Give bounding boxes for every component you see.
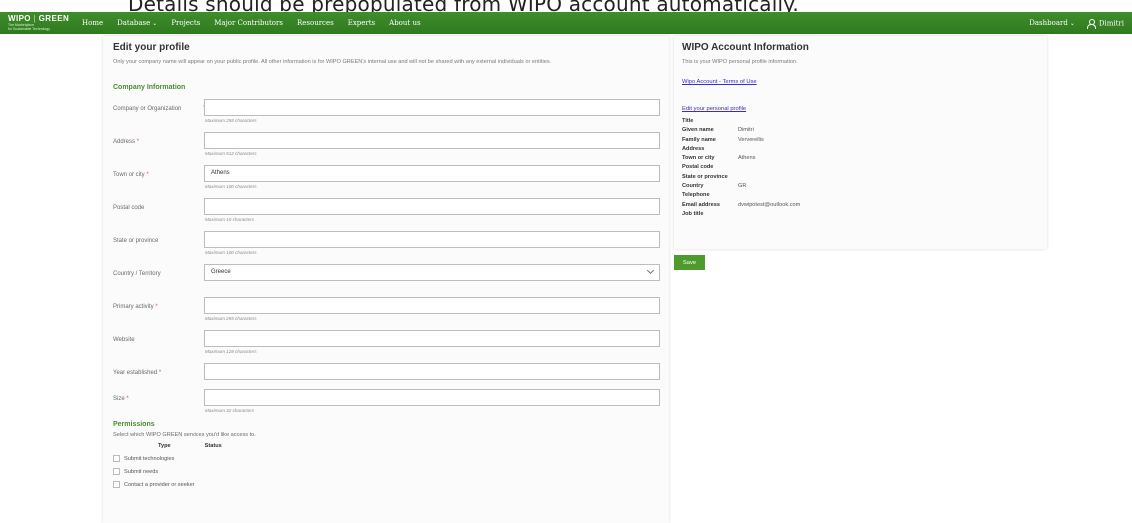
company-row: Company or Organization * Maximum 255 ch… xyxy=(113,99,660,132)
permission-submit-technologies[interactable]: Submit technologies xyxy=(113,455,659,463)
logo-title: WIPO | GREEN xyxy=(8,14,70,23)
nav-projects[interactable]: Projects xyxy=(171,19,200,27)
checkbox[interactable] xyxy=(113,481,120,489)
col-status: Status xyxy=(204,443,222,450)
size-label: Size * xyxy=(113,396,129,403)
size-hint: Maximum 32 characters xyxy=(205,408,255,414)
chevron-down-icon: ⌄ xyxy=(1069,20,1075,27)
permissions-description: Select which WIPO GREEN services you'd l… xyxy=(113,432,256,439)
address-row: Address * Maximum 512 characters xyxy=(113,132,660,165)
nav-database-label: Database xyxy=(117,19,151,27)
country-select[interactable]: Greece xyxy=(204,264,660,282)
postal-field[interactable] xyxy=(204,198,660,216)
info-row-postal-code: Postal code xyxy=(682,164,714,171)
state-field[interactable] xyxy=(204,231,660,249)
edit-profile-panel: Edit your profile Only your company name… xyxy=(103,36,669,523)
permission-label: Submit technologies xyxy=(124,455,175,462)
state-row: State or province Maximum 100 characters xyxy=(113,231,660,264)
size-field[interactable] xyxy=(204,389,660,407)
nav-user-menu[interactable]: Dimitri xyxy=(1086,18,1124,29)
nav-right: Dashboard ⌄ Dimitri xyxy=(1017,18,1132,29)
col-type: Type xyxy=(158,443,171,450)
address-field[interactable] xyxy=(204,132,660,150)
website-hint: Maximum 128 characters xyxy=(205,349,257,355)
main-nav: Home Database ⌄ Projects Major Contributo… xyxy=(82,19,435,27)
permissions-title: Permissions xyxy=(113,421,155,429)
town-hint: Maximum 100 characters xyxy=(205,184,257,190)
year-row: Year established * xyxy=(113,363,660,389)
page-title: Edit your profile xyxy=(113,42,190,53)
nav-resources[interactable]: Resources xyxy=(297,19,334,27)
nav-user-name: Dimitri xyxy=(1098,19,1124,27)
checkbox[interactable] xyxy=(113,468,120,476)
chevron-down-icon xyxy=(646,267,655,275)
address-label: Address * xyxy=(113,139,140,146)
chevron-down-icon: ⌄ xyxy=(152,20,158,27)
activity-label: Primary activity * xyxy=(113,304,158,311)
account-info-list: Title Given name Dimitri Family name Verve… xyxy=(682,117,1039,219)
nav-dashboard[interactable]: Dashboard ⌄ xyxy=(1029,19,1075,27)
town-row: Town or city * Athens Maximum 100 charac… xyxy=(113,165,660,198)
activity-hint: Maximum 255 characters xyxy=(205,316,257,322)
nav-database[interactable]: Database ⌄ xyxy=(117,19,157,27)
year-label: Year established * xyxy=(113,370,162,377)
address-hint: Maximum 512 characters xyxy=(205,151,257,157)
activity-field[interactable] xyxy=(204,297,660,315)
town-field[interactable]: Athens xyxy=(204,165,660,183)
info-row-email: Email address dvwipotest@outlook.com xyxy=(682,201,801,208)
edit-personal-profile-link[interactable]: Edit your personal profile xyxy=(682,106,746,112)
state-label: State or province xyxy=(113,238,159,245)
info-row-town: Town or city Athens xyxy=(682,155,756,162)
nav-about-us[interactable]: About us xyxy=(389,19,420,27)
terms-of-use-link[interactable]: Wipo Account - Terms of Use xyxy=(682,79,1039,85)
nav-home[interactable]: Home xyxy=(82,19,103,27)
company-label: Company or Organization xyxy=(113,106,182,113)
info-row-address: Address xyxy=(682,145,705,152)
info-row-title: Title xyxy=(682,118,694,124)
country-selected-value: Greece xyxy=(211,269,231,276)
info-row-state: State or province xyxy=(682,173,728,180)
permissions-header: Type Status xyxy=(113,443,659,449)
company-field[interactable] xyxy=(204,99,660,117)
account-info-subtitle: This is your WIPO personal profile infor… xyxy=(682,59,798,65)
postal-hint: Maximum 10 characters xyxy=(205,217,255,223)
website-row: Website Maximum 128 characters xyxy=(113,330,660,363)
info-row-given-name: Given name Dimitri xyxy=(682,127,754,134)
save-button[interactable]: Save xyxy=(674,255,705,270)
website-field[interactable] xyxy=(204,330,660,348)
company-hint: Maximum 255 characters xyxy=(205,118,257,124)
postal-row: Postal code Maximum 10 characters xyxy=(113,198,660,231)
permission-submit-needs[interactable]: Submit needs xyxy=(113,468,659,476)
state-hint: Maximum 100 characters xyxy=(205,250,257,256)
account-info-panel: WIPO Account Information This is your WI… xyxy=(674,36,1047,249)
user-icon xyxy=(1086,18,1096,29)
country-label: Country / Territory xyxy=(113,271,161,278)
account-info-title: WIPO Account Information xyxy=(682,42,809,53)
top-navbar: WIPO | GREEN The Marketplace for Sustain… xyxy=(0,12,1132,34)
nav-experts[interactable]: Experts xyxy=(348,19,375,27)
postal-label: Postal code xyxy=(113,205,145,212)
country-row: Country / Territory Greece xyxy=(113,264,660,297)
info-row-telephone: Telephone xyxy=(682,192,710,199)
permission-label: Contact a provider or seeker xyxy=(124,481,195,488)
year-field[interactable] xyxy=(204,363,660,381)
company-section-title: Company Information xyxy=(113,84,186,92)
permission-label: Submit needs xyxy=(124,468,159,475)
activity-row: Primary activity * Maximum 255 character… xyxy=(113,297,660,330)
nav-dashboard-label: Dashboard xyxy=(1029,19,1068,27)
info-row-country: Country GR xyxy=(682,183,747,190)
permission-contact-provider[interactable]: Contact a provider or seeker xyxy=(113,481,659,489)
info-row-job-title: Job title xyxy=(682,210,704,217)
nav-major-contributors[interactable]: Major Contributors xyxy=(214,19,283,27)
profile-description: Only your company name will appear on yo… xyxy=(113,59,552,65)
size-row: Size * Maximum 32 characters xyxy=(113,389,660,421)
website-label: Website xyxy=(113,337,135,344)
town-label: Town or city * xyxy=(113,172,149,179)
info-row-family-name: Family name Ververellis xyxy=(682,136,764,143)
checkbox[interactable] xyxy=(113,455,120,463)
wipo-green-logo[interactable]: WIPO | GREEN The Marketplace for Sustain… xyxy=(0,12,82,34)
logo-subtitle-2: for Sustainable Technology xyxy=(8,26,50,31)
